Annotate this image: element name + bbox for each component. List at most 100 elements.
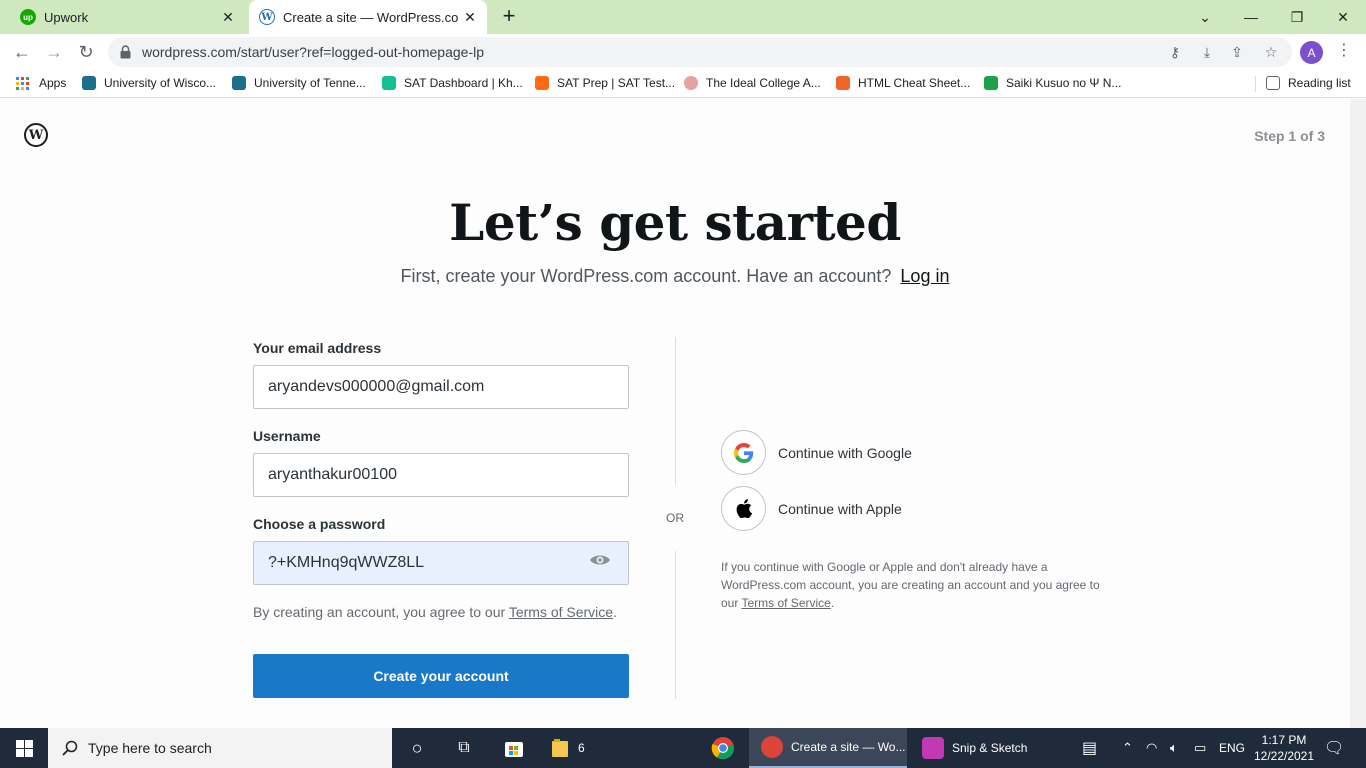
task-view-icon[interactable]: ⧉	[452, 728, 476, 768]
username-label: Username	[253, 428, 321, 444]
address-bar[interactable]: wordpress.com/start/user?ref=logged-out-…	[108, 37, 1292, 67]
close-icon[interactable]: ✕	[217, 9, 239, 26]
email-field[interactable]	[253, 365, 629, 409]
taskbar-app-label: Snip & Sketch	[952, 741, 1028, 755]
tab-wordpress[interactable]: W Create a site — WordPress.com ✕	[249, 0, 487, 34]
battery-icon[interactable]: ▭	[1194, 728, 1206, 768]
or-divider-label: OR	[666, 511, 684, 525]
restore-button[interactable]: ❐	[1274, 0, 1320, 34]
wifi-icon[interactable]: ◠	[1146, 728, 1157, 768]
chrome-taskbar-icon[interactable]	[711, 728, 735, 768]
continue-with-google-button[interactable]: Continue with Google	[721, 430, 912, 475]
terms-of-service-link[interactable]: Terms of Service	[509, 604, 613, 620]
close-window-button[interactable]: ✕	[1320, 0, 1366, 34]
bookmark-item[interactable]: SAT Prep | SAT Test...	[535, 76, 675, 90]
apple-icon	[721, 486, 766, 531]
bookmark-star-icon[interactable]: ☆	[1262, 43, 1280, 61]
taskbar-window-title: Create a site — Wo...	[791, 740, 906, 754]
bookmark-item[interactable]: University of Wisco...	[82, 76, 216, 90]
back-button[interactable]: ←	[8, 38, 36, 66]
chrome-icon	[761, 736, 783, 758]
social-terms-of-service-link[interactable]: Terms of Service	[741, 596, 830, 610]
divider-line-top	[675, 337, 676, 485]
bookmark-label: The Ideal College A...	[706, 76, 821, 90]
login-link[interactable]: Log in	[900, 266, 949, 286]
install-icon[interactable]: ⤓	[1198, 43, 1216, 61]
bookmark-favicon-icon	[232, 76, 246, 90]
notifications-icon[interactable]: 🗨︎	[1324, 728, 1344, 768]
clock-date: 12/22/2021	[1253, 749, 1315, 763]
bookmark-item[interactable]: The Ideal College A...	[684, 76, 821, 90]
url-text: wordpress.com/start/user?ref=logged-out-…	[142, 44, 485, 60]
bookmark-item[interactable]: HTML Cheat Sheet...	[836, 76, 970, 90]
page-subtitle: First, create your WordPress.com account…	[0, 266, 1350, 287]
bookmark-favicon-icon	[836, 76, 850, 90]
snip-sketch-icon	[922, 737, 944, 759]
taskbar-search-box[interactable]: Type here to search	[48, 728, 392, 768]
signup-page: W Step 1 of 3 Let’s get started First, c…	[0, 99, 1350, 728]
bookmark-apps[interactable]: Apps	[16, 76, 66, 90]
lock-icon	[120, 45, 131, 59]
step-indicator: Step 1 of 3	[1254, 128, 1325, 144]
taskbar-snip-sketch[interactable]: Snip & Sketch	[910, 728, 1062, 768]
reading-list-label: Reading list	[1288, 76, 1351, 90]
windows-logo-icon	[15, 739, 33, 757]
upwork-icon: up	[20, 9, 36, 25]
divider-line-bottom	[675, 551, 676, 699]
file-explorer-button[interactable]: 6	[552, 728, 585, 768]
bookmark-favicon-icon	[82, 76, 96, 90]
bookmark-label: Saiki Kusuo no Ψ N...	[1006, 76, 1122, 90]
bookmark-item[interactable]: University of Tenne...	[232, 76, 366, 90]
profile-avatar[interactable]: A	[1300, 41, 1323, 64]
show-hidden-icons-chevron-icon[interactable]: ⌃	[1122, 728, 1133, 768]
tab-upwork[interactable]: up Upwork ✕	[0, 0, 245, 34]
bookmark-item[interactable]: Saiki Kusuo no Ψ N...	[984, 76, 1121, 90]
minimize-button[interactable]: —	[1228, 0, 1274, 34]
create-account-button[interactable]: Create your account	[253, 654, 629, 698]
page-scrollbar[interactable]	[1350, 99, 1366, 728]
menu-kebab-icon[interactable]: ⋮	[1336, 40, 1352, 60]
bookmark-favicon-icon	[382, 76, 396, 90]
tab-title: Create a site — WordPress.com	[283, 9, 459, 25]
store-icon[interactable]	[502, 728, 526, 768]
show-password-eye-icon[interactable]	[589, 553, 611, 567]
password-field[interactable]	[253, 541, 629, 585]
bookmarks-divider	[1255, 76, 1256, 92]
username-field[interactable]	[253, 453, 629, 497]
close-icon[interactable]: ✕	[459, 9, 481, 26]
bookmark-label: HTML Cheat Sheet...	[858, 76, 971, 90]
language-indicator[interactable]: ENG	[1219, 728, 1245, 768]
taskbar-chrome-window[interactable]: Create a site — Wo...	[749, 728, 907, 768]
search-placeholder: Type here to search	[88, 740, 212, 756]
reload-button[interactable]: ↻	[72, 38, 100, 66]
bookmark-label: SAT Dashboard | Kh...	[404, 76, 523, 90]
bookmark-favicon-icon	[535, 76, 549, 90]
new-tab-button[interactable]: +	[498, 4, 520, 30]
browser-titlebar: up Upwork ✕ W Create a site — WordPress.…	[0, 0, 1366, 34]
start-button[interactable]	[0, 728, 48, 768]
news-widget-icon[interactable]: ▤	[1082, 728, 1097, 768]
apps-grid-icon	[16, 76, 29, 90]
forward-button[interactable]: →	[40, 38, 68, 66]
bookmark-favicon-icon	[984, 76, 998, 90]
tab-search-chevron-icon[interactable]: ⌄	[1182, 0, 1228, 34]
subtitle-text: First, create your WordPress.com account…	[400, 266, 892, 286]
windows-taskbar: Type here to search ○ ⧉ 6 Create a site …	[0, 728, 1366, 768]
wordpress-logo-icon[interactable]: W	[24, 123, 48, 147]
key-icon[interactable]: ⚷	[1166, 43, 1184, 61]
cortana-icon[interactable]: ○	[405, 728, 429, 768]
tab-title: Upwork	[44, 9, 89, 25]
continue-with-apple-button[interactable]: Continue with Apple	[721, 486, 902, 531]
search-icon	[62, 740, 78, 756]
terms-text: By creating an account, you agree to our	[253, 604, 506, 620]
reading-list-button[interactable]: Reading list	[1266, 76, 1351, 90]
volume-icon[interactable]: 🔈︎	[1170, 728, 1178, 768]
terms-notice: By creating an account, you agree to our…	[253, 604, 617, 620]
social-note-suffix: .	[830, 596, 835, 610]
bookmark-label: SAT Prep | SAT Test...	[557, 76, 676, 90]
reading-list-icon	[1266, 76, 1280, 90]
taskbar-clock[interactable]: 1:17 PM 12/22/2021	[1251, 732, 1317, 764]
wordpress-icon: W	[259, 9, 275, 25]
share-icon[interactable]: ⇪	[1228, 43, 1246, 61]
bookmark-item[interactable]: SAT Dashboard | Kh...	[382, 76, 523, 90]
